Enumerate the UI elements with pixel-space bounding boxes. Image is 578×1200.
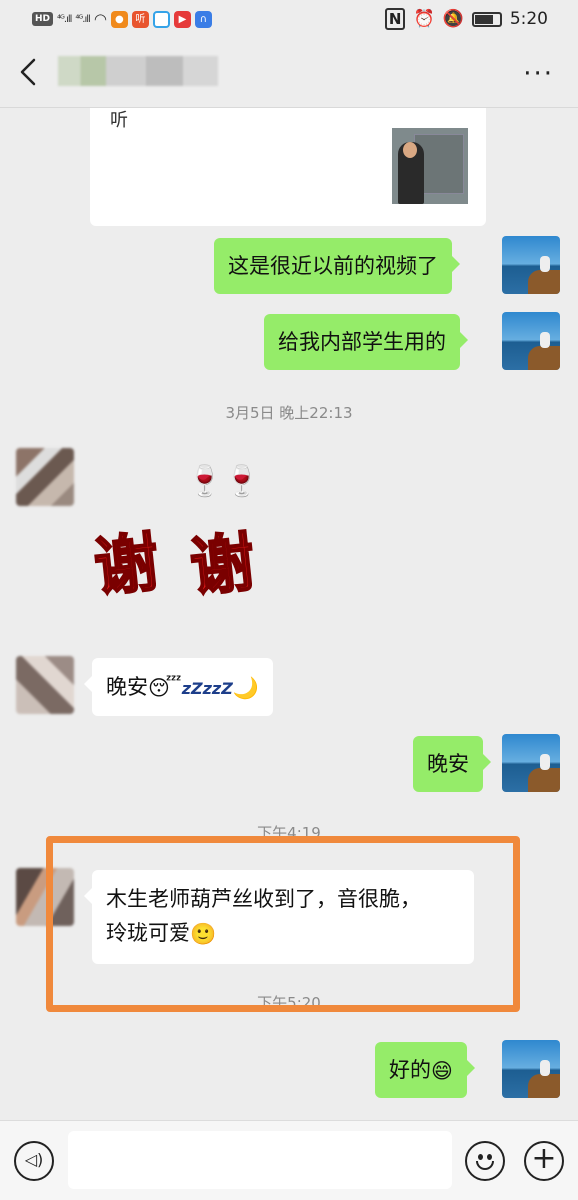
my-avatar[interactable]	[502, 312, 560, 370]
message-text: 这是很近以前的视频了	[228, 254, 438, 278]
signal-strength-icon: ⁴ᴳ.ıll	[57, 13, 72, 25]
rock	[528, 346, 560, 370]
figure	[540, 256, 550, 272]
message-text: 晚安	[106, 675, 148, 699]
video-app-icon: ▶	[173, 10, 191, 28]
rock	[528, 270, 560, 294]
map-app-icon: ∩	[194, 10, 212, 28]
ting-app-icon: 听	[131, 10, 149, 28]
mute-icon: 🔕	[442, 9, 464, 29]
sticker-char-1: 谢	[90, 524, 163, 607]
app-notification-icon: ●	[110, 10, 128, 28]
message-text: 好的	[389, 1058, 431, 1082]
zzz-icon: zZzzZ	[181, 679, 233, 698]
input-bar: ◁) +	[0, 1120, 578, 1200]
eye	[478, 1154, 483, 1160]
nfc-icon: N	[384, 8, 406, 30]
battery-icon	[471, 11, 502, 27]
grinning-face-icon: 😄	[431, 1059, 453, 1083]
contact-avatar[interactable]	[16, 448, 74, 506]
rock	[528, 768, 560, 792]
my-avatar[interactable]	[502, 1040, 560, 1098]
plus-icon: +	[531, 1141, 557, 1176]
video-card-message[interactable]: 听	[90, 108, 486, 226]
wine-glasses-icon: 🍷🍷	[186, 464, 261, 499]
my-avatar[interactable]	[502, 236, 560, 294]
my-avatar[interactable]	[502, 734, 560, 792]
highlight-annotation-box	[46, 836, 520, 1012]
figure	[540, 332, 550, 348]
person-face	[403, 142, 417, 158]
message-bubble-sent[interactable]: 这是很近以前的视频了	[214, 238, 460, 294]
hd-badge: HD	[32, 12, 54, 26]
message-bubble-received[interactable]: 晚安😴zZzzZ🌙	[84, 658, 273, 716]
voice-icon: ◁)	[24, 1150, 44, 1169]
emoji-button[interactable]	[465, 1141, 505, 1181]
message-text: 给我内部学生用的	[278, 330, 446, 354]
message-bubble-sent[interactable]: 好的😄	[375, 1042, 475, 1098]
message-bubble-sent[interactable]: 晚安	[413, 736, 491, 792]
alarm-icon: ⏰	[413, 9, 435, 29]
back-button[interactable]	[14, 52, 48, 92]
figure	[540, 754, 550, 770]
more-options-button[interactable]: ···	[523, 61, 554, 87]
voice-button[interactable]: ◁)	[14, 1141, 54, 1181]
figure	[540, 1060, 550, 1076]
chat-area[interactable]: 听 这是很近以前的视频了 给我内部学生用的 3月5日 晚上22:13 🍷🍷 谢 …	[0, 108, 578, 1120]
crescent-moon-icon: 🌙	[232, 676, 259, 700]
thanks-sticker[interactable]: 🍷🍷 谢 谢	[90, 464, 274, 607]
clock-time: 5:20	[509, 9, 548, 29]
plus-button[interactable]: +	[524, 1141, 564, 1181]
card-text: 听	[110, 110, 128, 131]
message-text: 晚安	[427, 752, 469, 776]
wifi-icon: ◠	[93, 10, 107, 28]
contact-name-blurred	[58, 56, 218, 86]
browser-app-icon	[152, 10, 170, 28]
chevron-left-icon	[20, 58, 36, 86]
message-bubble-sent[interactable]: 给我内部学生用的	[264, 314, 468, 370]
signal-strength-icon-2: ⁴ᴳ.ıll	[75, 13, 90, 25]
video-thumbnail[interactable]	[392, 128, 468, 204]
rock	[528, 1074, 560, 1098]
chat-header: ···	[0, 40, 578, 108]
status-left: HD ⁴ᴳ.ıll ⁴ᴳ.ıll ◠ ● 听 ▶ ∩	[32, 10, 212, 28]
sleeping-face-icon: 😴	[148, 676, 182, 700]
mouth	[476, 1161, 494, 1170]
timestamp: 3月5日 晚上22:13	[225, 404, 353, 422]
status-right: N ⏰ 🔕 5:20	[384, 8, 548, 30]
sticker-char-2: 谢	[186, 524, 259, 607]
contact-avatar[interactable]	[16, 656, 74, 714]
eye	[487, 1154, 492, 1160]
status-bar: HD ⁴ᴳ.ıll ⁴ᴳ.ıll ◠ ● 听 ▶ ∩ N ⏰ 🔕 5:20	[0, 0, 578, 40]
message-input[interactable]	[68, 1131, 452, 1189]
